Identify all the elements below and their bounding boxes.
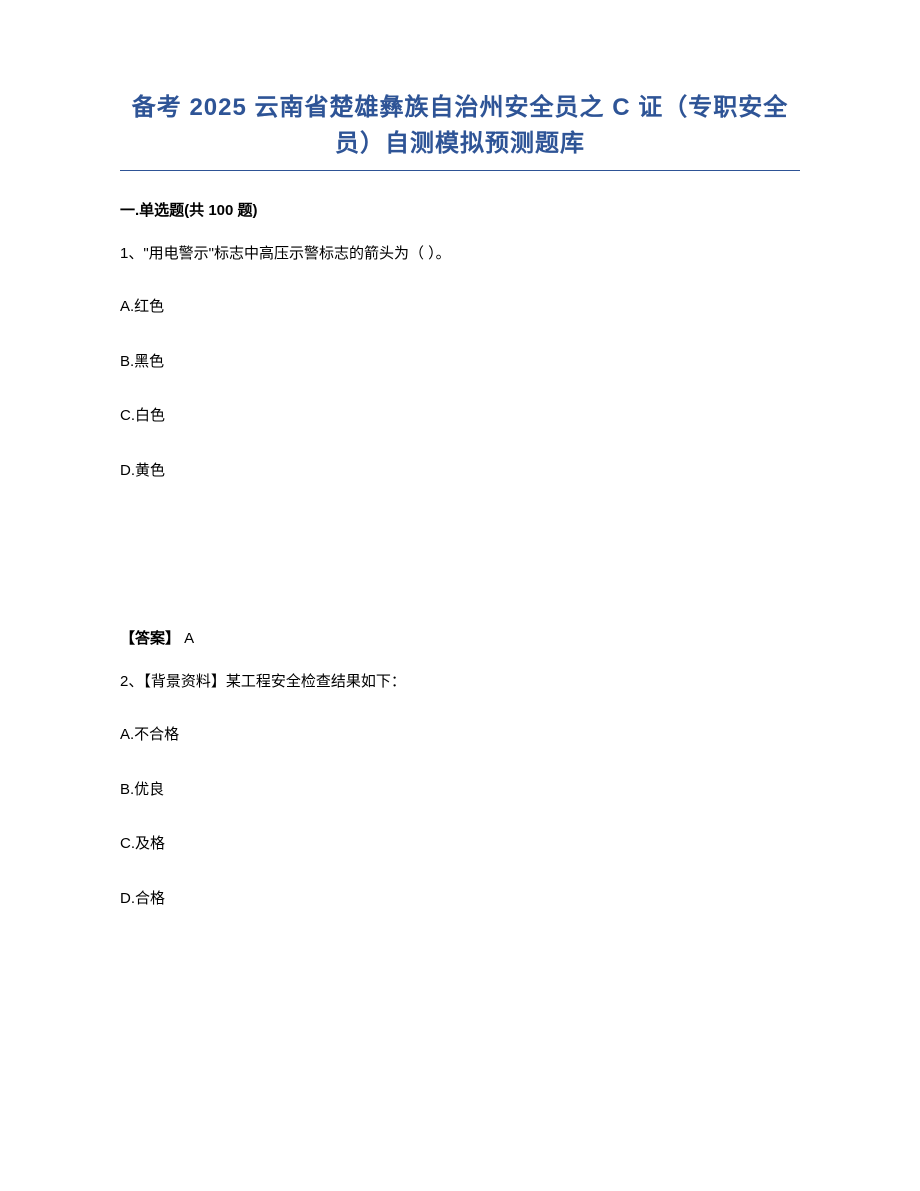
- title-underline: [120, 170, 800, 171]
- answer-label: 【答案】: [120, 630, 180, 647]
- question-1-option-a: A.红色: [120, 296, 800, 319]
- question-2-text: 2、【背景资料】某工程安全检查结果如下：: [120, 670, 800, 694]
- document-title-container: 备考 2025 云南省楚雄彝族自治州安全员之 C 证（专职安全 员）自测模拟预测…: [120, 90, 800, 162]
- answer-value: A: [180, 630, 194, 647]
- question-1-option-c: C.白色: [120, 405, 800, 428]
- section-header: 一.单选题(共 100 题): [120, 199, 800, 220]
- document-title-line1: 备考 2025 云南省楚雄彝族自治州安全员之 C 证（专职安全: [120, 90, 800, 126]
- question-1-text: 1、"用电警示"标志中高压示警标志的箭头为（ ）。: [120, 242, 800, 266]
- question-2-option-b: B.优良: [120, 779, 800, 802]
- question-1-option-b: B.黑色: [120, 351, 800, 374]
- document-title-line2: 员）自测模拟预测题库: [120, 126, 800, 162]
- question-1-option-d: D.黄色: [120, 460, 800, 483]
- question-1-answer: 【答案】 A: [120, 627, 800, 648]
- question-2-option-d: D.合格: [120, 888, 800, 911]
- question-2-option-c: C.及格: [120, 833, 800, 856]
- question-2-option-a: A.不合格: [120, 724, 800, 747]
